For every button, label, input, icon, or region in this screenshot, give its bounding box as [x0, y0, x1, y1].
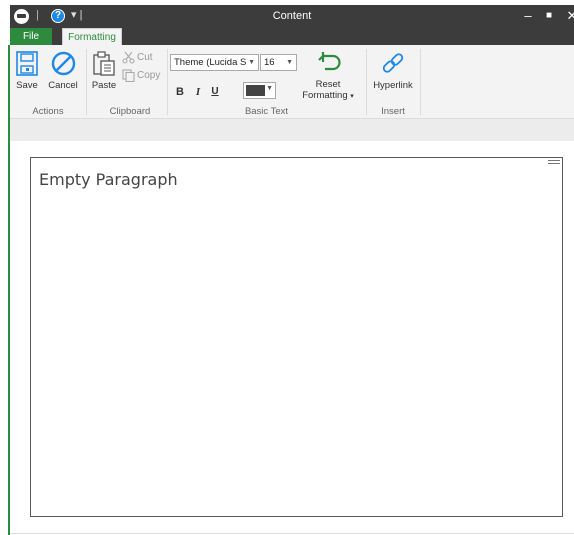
copy-button[interactable]: Copy	[122, 69, 161, 83]
chevron-down-icon: ▼	[286, 59, 293, 66]
hyperlink-label: Hyperlink	[373, 80, 413, 91]
chevron-down-icon: ▼	[266, 85, 273, 92]
basic-text-group-label: Basic Text	[244, 106, 289, 117]
minimize-button[interactable]: –	[519, 7, 537, 25]
cut-label: Cut	[137, 52, 153, 64]
font-color-swatch	[246, 85, 265, 96]
save-label: Save	[16, 80, 38, 91]
font-size-dropdown[interactable]: 16 ▼	[260, 54, 297, 71]
window-title: Content	[272, 10, 312, 22]
paste-label: Paste	[91, 80, 117, 91]
tab-file[interactable]: File	[10, 28, 52, 45]
ribbon-tab-strip: File Formatting	[10, 28, 574, 46]
group-divider	[86, 49, 87, 115]
italic-button[interactable]: I	[191, 86, 205, 98]
reset-label-line1: Reset	[315, 79, 341, 90]
cancel-icon	[51, 51, 75, 76]
hyperlink-button[interactable]: Hyperlink	[370, 51, 416, 91]
group-divider	[366, 49, 367, 115]
group-divider	[420, 49, 421, 115]
font-family-value: Theme (Lucida S	[174, 57, 247, 68]
copy-label: Copy	[137, 70, 161, 82]
bottom-divider	[10, 533, 574, 534]
maximize-button[interactable]: ■	[540, 7, 558, 25]
reset-label-line2: Formatting	[302, 90, 348, 101]
insert-group-label: Insert	[381, 106, 405, 117]
ribbon: Save Cancel Actions Paste Cut Copy Clipb…	[10, 45, 574, 119]
paste-icon	[93, 51, 115, 76]
font-family-dropdown[interactable]: Theme (Lucida S ▼	[170, 54, 259, 71]
close-button[interactable]: ✕	[563, 7, 574, 25]
chevron-down-icon: ▾	[350, 93, 354, 100]
reset-formatting-button[interactable]: Reset Formatting ▾	[300, 51, 356, 102]
link-icon	[382, 53, 404, 73]
font-size-value: 16	[264, 57, 275, 68]
cut-button[interactable]: Cut	[122, 51, 153, 64]
font-color-picker[interactable]: ▼	[243, 82, 276, 99]
save-icon	[16, 51, 38, 76]
undo-arrow-icon	[318, 52, 341, 71]
chevron-down-icon: ▼	[248, 59, 255, 66]
tab-formatting[interactable]: Formatting	[62, 28, 122, 46]
paragraph-text[interactable]: Empty Paragraph	[39, 170, 178, 189]
underline-button[interactable]: U	[208, 86, 222, 97]
bold-button[interactable]: B	[173, 86, 187, 98]
actions-group-label: Actions	[32, 106, 64, 117]
ribbon-gap-band	[10, 119, 574, 141]
cancel-label: Cancel	[48, 80, 78, 91]
cancel-button[interactable]: Cancel	[46, 51, 80, 91]
title-bar: | ? ▾ | Content – ■ ✕	[10, 5, 574, 28]
copy-icon	[122, 69, 135, 83]
content-editor[interactable]: Empty Paragraph	[30, 157, 563, 517]
save-button[interactable]: Save	[14, 51, 40, 91]
clipboard-group-label: Clipboard	[109, 106, 151, 117]
scissors-icon	[122, 51, 135, 64]
group-divider	[167, 49, 168, 115]
resize-handle-icon[interactable]	[548, 160, 560, 164]
window-left-border	[8, 45, 10, 535]
paste-button[interactable]: Paste	[90, 51, 118, 91]
